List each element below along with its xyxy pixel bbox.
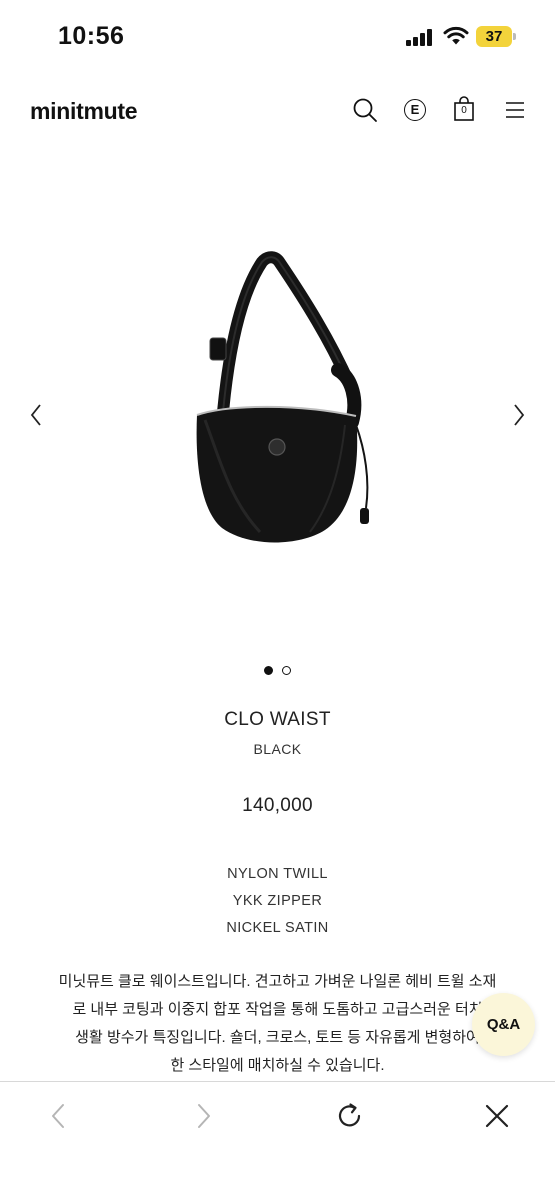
- e-circle-icon[interactable]: E: [401, 96, 429, 124]
- e-icon-label: E: [404, 99, 426, 121]
- battery-icon: 37: [476, 26, 516, 47]
- reload-icon[interactable]: [334, 1100, 366, 1132]
- product-name: CLO WAIST: [224, 709, 331, 730]
- description-line: 미닛뮤트 클로 웨이스트입니다. 견고하고 가벼운 나일론 헤비 트윌 소재: [58, 973, 497, 990]
- spec-material: NYLON TWILL: [227, 866, 328, 882]
- shopping-bag-icon[interactable]: 0: [450, 96, 478, 124]
- menu-icon[interactable]: [501, 96, 529, 124]
- spec-zipper: YKK ZIPPER: [232, 893, 323, 909]
- site-logo[interactable]: minitmute: [30, 98, 138, 125]
- qa-button[interactable]: Q&A: [472, 993, 535, 1056]
- spec-hardware: NICKEL SATIN: [226, 920, 329, 936]
- search-icon[interactable]: [351, 96, 379, 124]
- gallery-pagination: [0, 666, 555, 675]
- status-time: 10:56: [58, 22, 125, 50]
- battery-level: 37: [485, 28, 503, 45]
- product-price: 140,000: [242, 795, 313, 816]
- close-icon[interactable]: [481, 1100, 513, 1132]
- back-arrow-icon[interactable]: [42, 1100, 74, 1132]
- next-image-button[interactable]: [507, 400, 531, 430]
- product-description: 미닛뮤트 클로 웨이스트입니다. 견고하고 가벼운 나일론 헤비 트윌 소재 로…: [40, 968, 515, 1080]
- wifi-icon: [443, 26, 469, 45]
- browser-toolbar: [0, 1081, 555, 1200]
- description-line: 로 내부 코팅과 이중지 합포 작업을 통해 도톰하고 고급스러운 터치: [72, 1001, 483, 1018]
- pagination-dot-2[interactable]: [282, 666, 291, 675]
- prev-image-button[interactable]: [24, 400, 48, 430]
- forward-arrow-icon[interactable]: [188, 1100, 220, 1132]
- chevron-left-icon: [30, 404, 41, 426]
- product-image: [196, 251, 369, 543]
- chevron-right-icon: [514, 404, 525, 426]
- pagination-dot-1[interactable]: [264, 666, 273, 675]
- description-line: 생활 방수가 특징입니다. 숄더, 크로스, 토트 등 자유롭게 변형하여: [75, 1029, 480, 1046]
- cart-count: 0: [461, 105, 467, 116]
- description-line: 한 스타일에 매치하실 수 있습니다.: [170, 1057, 385, 1074]
- product-color: BLACK: [253, 741, 302, 757]
- status-bar: 10:56 37: [0, 0, 555, 72]
- site-header: minitmute E 0: [0, 82, 555, 140]
- cellular-signal-icon: [406, 29, 434, 46]
